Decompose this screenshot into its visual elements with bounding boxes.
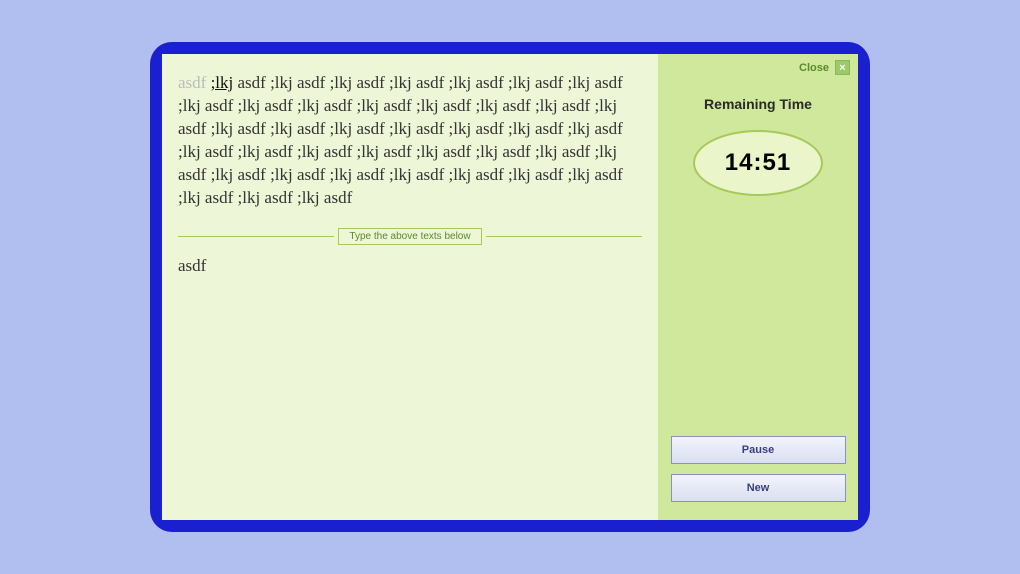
button-stack: Pause New [658, 436, 858, 502]
prompt-current-word: ;lkj [211, 73, 234, 92]
remaining-time-title: Remaining Time [704, 96, 812, 112]
typing-dialog: asdf ;lkj asdf ;lkj asdf ;lkj asdf ;lkj … [150, 42, 870, 532]
divider: Type the above texts below [178, 228, 642, 245]
dialog-inner: asdf ;lkj asdf ;lkj asdf ;lkj asdf ;lkj … [162, 54, 858, 520]
prompt-text: asdf ;lkj asdf ;lkj asdf ;lkj asdf ;lkj … [178, 72, 642, 210]
close-icon: × [835, 60, 850, 75]
divider-line-left [178, 236, 334, 237]
main-pane: asdf ;lkj asdf ;lkj asdf ;lkj asdf ;lkj … [162, 54, 658, 520]
typing-input[interactable] [178, 255, 642, 510]
pause-button[interactable]: Pause [671, 436, 846, 464]
side-pane: Close × Remaining Time 14:51 Pause New [658, 54, 858, 520]
close-button[interactable]: Close × [799, 60, 850, 75]
divider-line-right [486, 236, 642, 237]
prompt-typed: asdf [178, 73, 211, 92]
timer-display: 14:51 [693, 130, 823, 196]
prompt-rest: asdf ;lkj asdf ;lkj asdf ;lkj asdf ;lkj … [178, 73, 623, 207]
divider-label: Type the above texts below [338, 228, 481, 245]
close-label: Close [799, 62, 829, 74]
new-button[interactable]: New [671, 474, 846, 502]
